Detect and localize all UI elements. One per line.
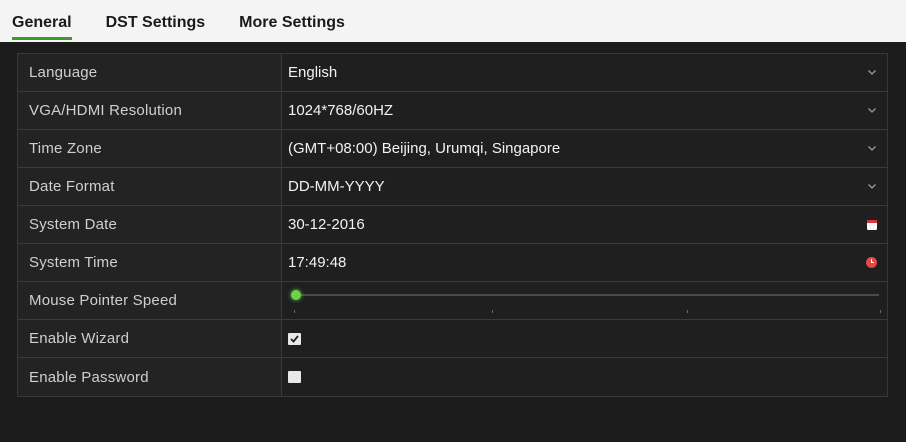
timezone-dropdown[interactable]: (GMT+08:00) Beijing, Urumqi, Singapore [282, 130, 887, 167]
enable-wizard-cell [282, 320, 887, 357]
chevron-down-icon[interactable] [867, 68, 877, 78]
system-time-label: System Time [18, 244, 282, 281]
slider-knob[interactable] [291, 290, 301, 300]
timezone-value: (GMT+08:00) Beijing, Urumqi, Singapore [288, 140, 561, 157]
settings-table: Language English VGA/HDMI Resolution 102… [17, 53, 888, 397]
chevron-down-icon[interactable] [867, 182, 877, 192]
system-date-field[interactable]: 30-12-2016 [282, 206, 887, 243]
chevron-down-icon[interactable] [867, 144, 877, 154]
row-language: Language English [18, 54, 887, 92]
enable-password-checkbox[interactable] [288, 371, 301, 383]
tab-general[interactable]: General [12, 13, 72, 42]
slider-tick [294, 310, 295, 313]
tab-more-settings[interactable]: More Settings [239, 13, 345, 42]
date-format-value: DD-MM-YYYY [288, 178, 385, 195]
system-time-value: 17:49:48 [288, 254, 347, 271]
row-timezone: Time Zone (GMT+08:00) Beijing, Urumqi, S… [18, 130, 887, 168]
row-date-format: Date Format DD-MM-YYYY [18, 168, 887, 206]
row-enable-password: Enable Password [18, 358, 887, 396]
chevron-down-icon[interactable] [867, 106, 877, 116]
enable-password-cell [282, 358, 887, 396]
enable-wizard-label: Enable Wizard [18, 320, 282, 357]
mouse-speed-cell [282, 282, 887, 319]
slider-tick [687, 310, 688, 313]
mouse-speed-label: Mouse Pointer Speed [18, 282, 282, 319]
tab-dst-settings[interactable]: DST Settings [106, 13, 206, 42]
enable-wizard-checkbox[interactable] [288, 332, 301, 345]
clock-icon[interactable] [866, 257, 877, 268]
row-mouse-speed: Mouse Pointer Speed [18, 282, 887, 320]
resolution-label: VGA/HDMI Resolution [18, 92, 282, 129]
row-resolution: VGA/HDMI Resolution 1024*768/60HZ [18, 92, 887, 130]
row-system-date: System Date 30-12-2016 [18, 206, 887, 244]
row-system-time: System Time 17:49:48 [18, 244, 887, 282]
language-dropdown[interactable]: English [282, 54, 887, 91]
resolution-value: 1024*768/60HZ [288, 102, 394, 119]
enable-password-label: Enable Password [18, 358, 282, 396]
mouse-speed-slider[interactable] [282, 282, 887, 319]
slider-tick [880, 310, 881, 313]
slider-tick [492, 310, 493, 313]
timezone-label: Time Zone [18, 130, 282, 167]
date-format-label: Date Format [18, 168, 282, 205]
row-enable-wizard: Enable Wizard [18, 320, 887, 358]
system-date-value: 30-12-2016 [288, 216, 365, 233]
checkmark-icon [290, 334, 299, 343]
system-time-field[interactable]: 17:49:48 [282, 244, 887, 281]
calendar-icon[interactable] [867, 219, 877, 230]
date-format-dropdown[interactable]: DD-MM-YYYY [282, 168, 887, 205]
settings-window: General DST Settings More Settings Langu… [0, 0, 906, 442]
language-value: English [288, 64, 338, 81]
resolution-dropdown[interactable]: 1024*768/60HZ [282, 92, 887, 129]
system-date-label: System Date [18, 206, 282, 243]
slider-track[interactable] [294, 294, 879, 296]
tab-bar: General DST Settings More Settings [0, 0, 906, 42]
language-label: Language [18, 54, 282, 91]
